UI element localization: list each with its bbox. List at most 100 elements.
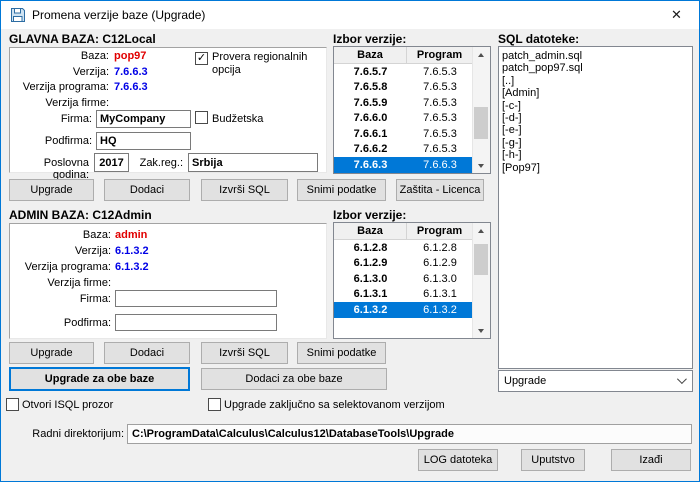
version-program-cell: 6.1.3.1 [407,288,473,300]
sql-file-item[interactable]: [-e-] [502,124,692,136]
sql-file-list[interactable]: patch_admin.sqlpatch_pop97.sql[..][Admin… [498,46,693,369]
verzija-programa-value: 7.6.6.3 [114,81,148,93]
izadji-button[interactable]: Izađi [611,449,691,471]
verzija-value: 7.6.6.3 [114,66,148,78]
version-program-cell: 7.6.5.3 [407,128,473,140]
main-db-section-title: GLAVNA BAZA: C12Local [9,32,156,46]
baza-value: pop97 [114,50,146,62]
admin-verzija-value: 6.1.3.2 [115,245,149,257]
version-list-admin-label: Izbor verzije: [333,208,406,222]
budzetska-checkbox[interactable] [195,111,208,124]
version-program-cell: 7.6.5.3 [407,81,473,93]
podfirma-label: Podfirma: [9,135,92,147]
column-header-program[interactable]: Program [407,223,473,240]
version-baza-cell: 7.6.6.0 [334,112,407,124]
version-row[interactable]: 7.6.6.27.6.5.3 [334,142,473,158]
uputstvo-button[interactable]: Uputstvo [521,449,585,471]
admin-db-section-title: ADMIN BAZA: C12Admin [9,208,152,222]
sql-file-item[interactable]: patch_pop97.sql [502,62,692,74]
poslovna-godina-input[interactable] [94,153,129,172]
upgrade-zakljucno-label: Upgrade zaključno sa selektovanom verzij… [224,399,445,411]
admin-verzija-label: Verzija: [9,245,111,257]
version-baza-cell: 7.6.5.7 [334,66,407,78]
admin-list-scrollbar[interactable] [472,223,490,338]
version-row[interactable]: 6.1.3.26.1.3.2 [334,302,473,318]
main-upgrade-button[interactable]: Upgrade [9,179,94,201]
provera-regionalnih-checkbox[interactable]: ✓ [195,52,208,65]
admin-snimi-podatke-button[interactable]: Snimi podatke [297,342,386,364]
sql-file-item[interactable]: [Admin] [502,87,692,99]
title-bar: Promena verzije baze (Upgrade) ✕ [1,1,699,29]
dialog-window: Promena verzije baze (Upgrade) ✕ GLAVNA … [0,0,700,482]
scrollbar-thumb[interactable] [474,107,488,139]
column-header-baza[interactable]: Baza [334,47,407,64]
sql-file-item[interactable]: [-h-] [502,149,692,161]
zastita-licenca-button[interactable]: Zaštita - Licenca [396,179,484,201]
version-row[interactable]: 7.6.6.37.6.6.3 [334,157,473,173]
main-izvrsi-sql-button[interactable]: Izvrši SQL [201,179,288,201]
version-row[interactable]: 7.6.6.17.6.5.3 [334,126,473,142]
scroll-up-icon[interactable] [473,223,489,238]
scrollbar-thumb[interactable] [474,244,488,275]
version-program-cell: 6.1.3.0 [407,273,473,285]
column-header-program[interactable]: Program [407,47,473,64]
action-select[interactable]: Upgrade [498,370,693,392]
sql-file-item[interactable]: [-c-] [502,100,692,112]
version-program-cell: 6.1.2.8 [407,242,473,254]
version-baza-cell: 7.6.6.3 [334,159,407,171]
version-row[interactable]: 6.1.2.96.1.2.9 [334,256,473,272]
sql-file-item[interactable]: [Pop97] [502,162,692,174]
podfirma-input[interactable] [96,132,191,150]
admin-verzija-firme-label: Verzija firme: [9,277,111,289]
version-program-cell: 6.1.2.9 [407,257,473,269]
log-datoteka-button[interactable]: LOG datoteka [418,449,498,471]
upgrade-both-button[interactable]: Upgrade za obe baze [9,367,190,391]
firma-input[interactable] [96,110,191,128]
admin-upgrade-button[interactable]: Upgrade [9,342,94,364]
verzija-label: Verzija: [9,66,109,78]
version-baza-cell: 6.1.3.1 [334,288,407,300]
sql-file-item[interactable]: [-d-] [502,112,692,124]
sql-file-item[interactable]: patch_admin.sql [502,50,692,62]
version-baza-cell: 6.1.3.0 [334,273,407,285]
version-row[interactable]: 6.1.3.06.1.3.0 [334,271,473,287]
version-baza-cell: 7.6.6.1 [334,128,407,140]
close-icon[interactable]: ✕ [654,1,699,29]
version-list-main-label: Izbor verzije: [333,32,406,46]
admin-verzija-programa-value: 6.1.3.2 [115,261,149,273]
version-row[interactable]: 6.1.2.86.1.2.8 [334,240,473,256]
chevron-down-icon [677,374,687,384]
scroll-down-icon[interactable] [473,323,489,338]
admin-firma-input[interactable] [115,290,277,307]
admin-izvrsi-sql-button[interactable]: Izvrši SQL [201,342,288,364]
version-row[interactable]: 7.6.5.87.6.5.3 [334,80,473,96]
upgrade-zakljucno-checkbox[interactable] [208,398,221,411]
version-row[interactable]: 7.6.5.97.6.5.3 [334,95,473,111]
sql-file-item[interactable]: [..] [502,75,692,87]
version-row[interactable]: 6.1.3.16.1.3.1 [334,287,473,303]
action-select-value: Upgrade [504,375,546,387]
zak-reg-input[interactable] [188,153,318,172]
column-header-baza[interactable]: Baza [334,223,407,240]
version-baza-cell: 6.1.3.2 [334,304,407,316]
main-dodaci-button[interactable]: Dodaci [104,179,190,201]
admin-dodaci-button[interactable]: Dodaci [104,342,190,364]
verzija-firme-label: Verzija firme: [9,97,109,109]
main-list-scrollbar[interactable] [472,47,490,173]
version-list-main: BazaProgram7.6.5.77.6.5.37.6.5.87.6.5.37… [333,46,491,174]
otvori-isql-checkbox[interactable] [6,398,19,411]
dodaci-both-button[interactable]: Dodaci za obe baze [201,368,387,390]
version-row[interactable]: 7.6.5.77.6.5.3 [334,64,473,80]
firma-label: Firma: [9,113,92,125]
scroll-down-icon[interactable] [473,158,489,173]
admin-podfirma-input[interactable] [115,314,277,331]
sql-file-item[interactable]: [-g-] [502,137,692,149]
scroll-up-icon[interactable] [473,47,489,62]
version-row[interactable]: 7.6.6.07.6.5.3 [334,111,473,127]
version-baza-cell: 7.6.5.8 [334,81,407,93]
workdir-label: Radni direktorijum: [9,428,124,440]
main-snimi-podatke-button[interactable]: Snimi podatke [297,179,386,201]
admin-podfirma-label: Podfirma: [9,317,111,329]
verzija-programa-label: Verzija programa: [9,81,109,93]
provera-regionalnih-label: Provera regionalnih opcija [212,51,320,77]
